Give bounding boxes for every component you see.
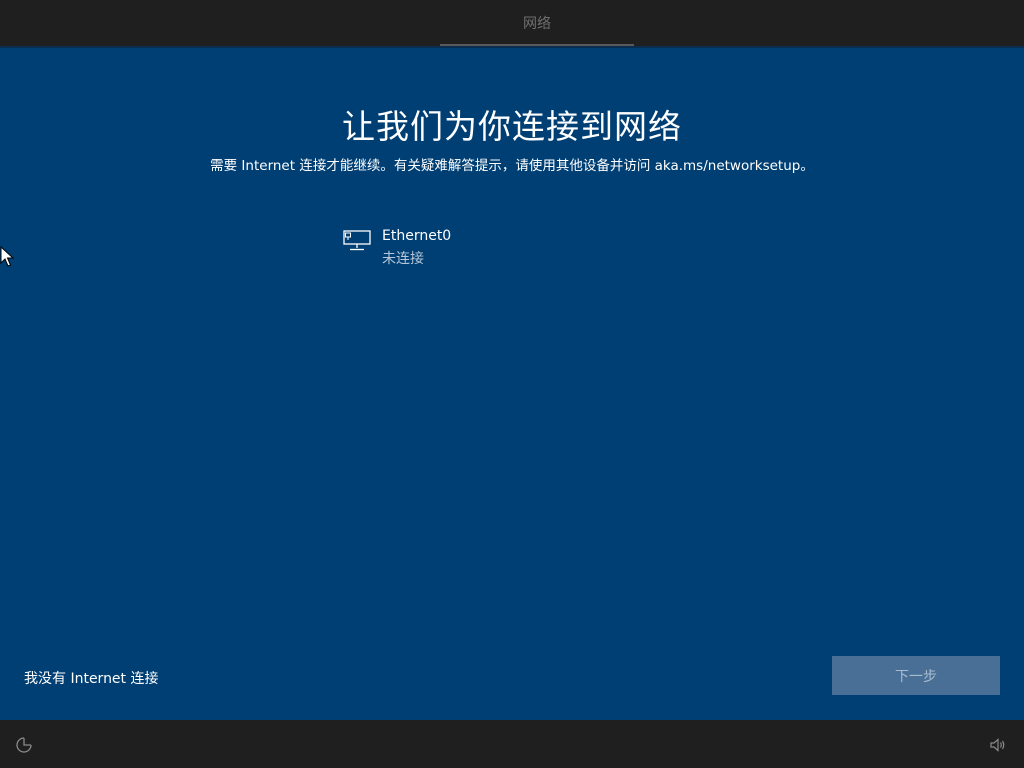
network-status: 未连接 xyxy=(382,251,424,267)
next-button[interactable]: 下一步 xyxy=(832,656,1000,695)
ease-of-access-icon[interactable] xyxy=(15,736,33,754)
tab-network: 网络 xyxy=(523,16,551,32)
page-subtitle: 需要 Internet 连接才能继续。有关疑难解答提示，请使用其他设备并访问 a… xyxy=(210,158,814,174)
network-item-ethernet0[interactable]: Ethernet0 未连接 xyxy=(340,226,640,268)
network-name: Ethernet0 xyxy=(382,228,452,244)
volume-icon[interactable] xyxy=(989,736,1007,754)
top-bar: 网络 xyxy=(0,0,1024,46)
ethernet-icon xyxy=(343,230,371,251)
page-title: 让我们为你连接到网络 xyxy=(342,107,682,146)
mouse-cursor-icon xyxy=(0,246,14,267)
bottom-bar xyxy=(0,720,1024,768)
main-panel: 让我们为你连接到网络 需要 Internet 连接才能继续。有关疑难解答提示，请… xyxy=(0,48,1024,720)
no-internet-link[interactable]: 我没有 Internet 连接 xyxy=(24,668,159,688)
